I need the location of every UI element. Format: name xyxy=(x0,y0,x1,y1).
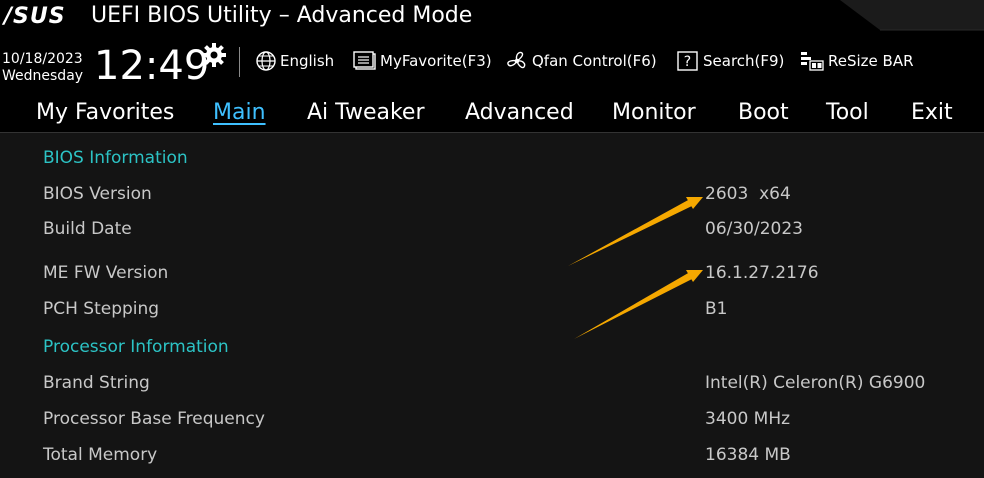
build-date-value: 06/30/2023 xyxy=(705,219,803,239)
myfavorite-label: MyFavorite(F3) xyxy=(380,52,492,70)
window-title: UEFI BIOS Utility – Advanced Mode xyxy=(91,3,473,28)
header: /SUS UEFI BIOS Utility – Advanced Mode 1… xyxy=(0,0,984,94)
bios-screen: /SUS UEFI BIOS Utility – Advanced Mode 1… xyxy=(0,0,984,478)
total-memory-value: 16384 MB xyxy=(705,445,791,465)
search-label: Search(F9) xyxy=(703,52,785,70)
brand-string-label: Brand String xyxy=(43,373,150,393)
brand-string-value: Intel(R) Celeron(R) G6900 xyxy=(705,373,926,393)
me-fw-version-value: 16.1.27.2176 xyxy=(705,263,819,283)
tab-exit[interactable]: Exit xyxy=(911,98,953,128)
pch-stepping-label: PCH Stepping xyxy=(43,299,160,319)
question-box-icon: ? xyxy=(677,51,698,71)
total-memory-label: Total Memory xyxy=(43,445,158,465)
tab-my-favorites[interactable]: My Favorites xyxy=(36,98,174,128)
pch-stepping-value: B1 xyxy=(705,299,728,319)
build-date-label: Build Date xyxy=(43,219,132,239)
resize-bar-label: ReSize BAR xyxy=(828,52,914,70)
weekday-display: Wednesday xyxy=(2,68,84,84)
header-divider xyxy=(239,47,240,77)
qfan-control-button[interactable]: Qfan Control(F6) xyxy=(505,49,657,73)
main-tab-bar: My Favorites Main Ai Tweaker Advanced Mo… xyxy=(0,94,984,133)
myfavorite-button[interactable]: MyFavorite(F3) xyxy=(353,49,492,73)
fan-icon xyxy=(507,51,526,69)
resize-bar-icon xyxy=(801,52,824,71)
tab-monitor[interactable]: Monitor xyxy=(612,98,696,128)
tab-tool[interactable]: Tool xyxy=(826,98,869,128)
asus-logo: /SUS xyxy=(4,4,66,29)
bios-version-label: BIOS Version xyxy=(43,184,152,204)
globe-icon xyxy=(256,51,276,71)
qfan-control-label: Qfan Control(F6) xyxy=(532,52,657,70)
bios-version-value: 2603 x64 xyxy=(705,184,791,204)
date-display: 10/18/2023 xyxy=(2,51,83,67)
language-button[interactable]: English xyxy=(255,49,334,73)
svg-text:?: ? xyxy=(684,54,691,70)
main-content: BIOS Information BIOS Version 2603 x64 B… xyxy=(0,133,984,478)
processor-base-frequency-value: 3400 MHz xyxy=(705,409,791,429)
processor-information-heading: Processor Information xyxy=(43,337,229,357)
tab-advanced[interactable]: Advanced xyxy=(465,98,574,128)
tab-main[interactable]: Main xyxy=(213,98,266,128)
processor-base-frequency-label: Processor Base Frequency xyxy=(43,409,265,429)
bios-information-heading: BIOS Information xyxy=(43,148,188,168)
favorites-list-icon xyxy=(353,51,376,70)
me-fw-version-label: ME FW Version xyxy=(43,263,169,283)
search-button[interactable]: ? Search(F9) xyxy=(676,49,784,73)
gear-icon[interactable] xyxy=(201,42,227,68)
language-label: English xyxy=(280,52,335,70)
resize-bar-button[interactable]: ReSize BAR xyxy=(799,49,914,73)
clock-display: 12:49 xyxy=(94,43,210,89)
tab-boot[interactable]: Boot xyxy=(738,98,789,128)
tab-ai-tweaker[interactable]: Ai Tweaker xyxy=(307,98,425,128)
